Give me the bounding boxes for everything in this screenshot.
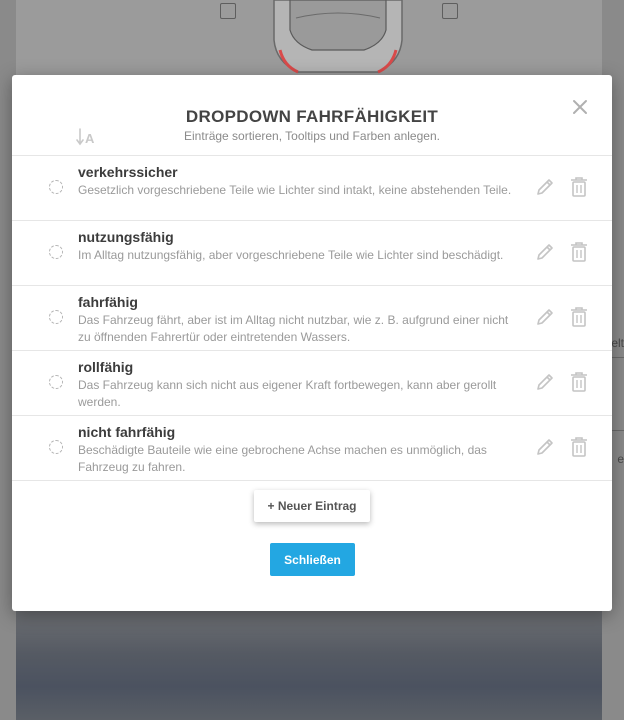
car-top-view-icon	[273, 0, 403, 74]
damage-marker-checkbox[interactable]	[442, 3, 458, 19]
radio-icon[interactable]	[49, 440, 63, 454]
entry-title: verkehrssicher	[78, 164, 178, 180]
radio-icon[interactable]	[49, 375, 63, 389]
entry-description: Beschädigte Bauteile wie eine gebrochene…	[78, 443, 487, 474]
entry-description: Im Alltag nutzungsfähig, aber vorgeschri…	[78, 248, 504, 262]
entry-title: rollfähig	[78, 359, 134, 375]
pencil-icon[interactable]	[534, 436, 556, 458]
entry-description: Gesetzlich vorgeschriebene Teile wie Lic…	[78, 183, 512, 197]
modal-subtitle: Einträge sortieren, Tooltips und Farben …	[184, 129, 440, 143]
radio-icon[interactable]	[49, 180, 63, 194]
radio-icon[interactable]	[49, 310, 63, 324]
modal-title: DROPDOWN FAHRFÄHIGKEIT	[185, 107, 439, 126]
background-text-fragment: elt	[611, 336, 624, 350]
add-entry-button[interactable]: + Neuer Eintrag	[254, 490, 370, 522]
entry-title: fahrfähig	[78, 294, 138, 310]
trash-icon[interactable]	[570, 241, 588, 263]
list-item: nicht fahrfähig Beschädigte Bauteile wie…	[12, 416, 612, 481]
list-item: nutzungsfähig Im Alltag nutzungsfähig, a…	[12, 221, 612, 286]
entry-title: nicht fahrfähig	[78, 424, 176, 440]
background-text-fragment: e	[617, 452, 624, 466]
entry-title: nutzungsfähig	[78, 229, 174, 245]
trash-icon[interactable]	[570, 436, 588, 458]
list-item: fahrfähig Das Fahrzeug fährt, aber ist i…	[12, 286, 612, 351]
damage-marker-checkbox[interactable]	[220, 3, 236, 19]
pencil-icon[interactable]	[534, 306, 556, 328]
radio-icon[interactable]	[49, 245, 63, 259]
trash-icon[interactable]	[570, 176, 588, 198]
list-item: verkehrssicher Gesetzlich vorgeschrieben…	[12, 156, 612, 221]
close-button[interactable]: Schließen	[270, 543, 355, 576]
pencil-icon[interactable]	[534, 176, 556, 198]
entry-list: verkehrssicher Gesetzlich vorgeschrieben…	[12, 155, 612, 481]
dropdown-edit-modal: A DROPDOWN FAHRFÄHIGKEIT Einträge sortie…	[12, 75, 612, 611]
entry-description: Das Fahrzeug fährt, aber ist im Alltag n…	[78, 313, 509, 344]
entry-description: Das Fahrzeug kann sich nicht aus eigener…	[78, 378, 497, 409]
trash-icon[interactable]	[570, 306, 588, 328]
list-item: rollfähig Das Fahrzeug kann sich nicht a…	[12, 351, 612, 416]
trash-icon[interactable]	[570, 371, 588, 393]
pencil-icon[interactable]	[534, 371, 556, 393]
pencil-icon[interactable]	[534, 241, 556, 263]
background-photo	[16, 610, 602, 720]
